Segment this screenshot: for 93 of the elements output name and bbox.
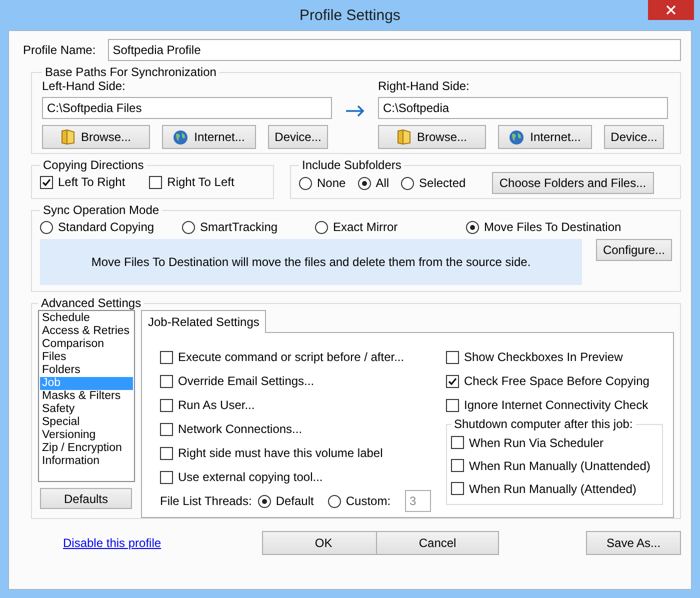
radio-button[interactable] — [299, 176, 312, 190]
radio-label: Exact Mirror — [333, 220, 398, 234]
radio-label: None — [317, 176, 346, 190]
checkbox-label: When Run Via Scheduler — [469, 436, 604, 450]
disable-profile-link[interactable]: Disable this profile — [63, 536, 162, 550]
path-button[interactable]: Internet... — [498, 125, 592, 149]
dialog-button[interactable]: Cancel — [376, 531, 500, 555]
category-item[interactable]: Safety — [40, 403, 133, 416]
defaults-button[interactable]: Defaults — [40, 488, 132, 509]
path-field[interactable]: C:\Softpedia Files — [42, 97, 332, 119]
radio-button[interactable] — [40, 220, 53, 234]
radio-button[interactable] — [358, 176, 371, 190]
close-button[interactable] — [648, 0, 694, 20]
category-item[interactable]: Special — [40, 416, 133, 429]
checkbox[interactable] — [160, 446, 173, 460]
category-item[interactable]: Folders — [40, 364, 133, 377]
path-field[interactable]: C:\Softpedia — [378, 97, 668, 119]
path-button[interactable]: Device... — [268, 125, 328, 149]
folder-icon — [60, 129, 75, 145]
category-item[interactable]: Comparison — [40, 338, 133, 351]
checkbox[interactable] — [451, 482, 464, 495]
checkbox[interactable] — [160, 398, 173, 412]
radio-button[interactable] — [258, 494, 271, 508]
radio-button[interactable] — [466, 220, 479, 234]
radio-button[interactable] — [328, 494, 341, 508]
checkbox-label: Right To Left — [167, 175, 234, 189]
checkbox[interactable] — [451, 459, 464, 472]
checkbox[interactable] — [160, 350, 173, 364]
category-item[interactable]: Zip / Encryption — [40, 442, 133, 455]
checkbox[interactable] — [446, 350, 459, 364]
checkbox-label: Show Checkboxes In Preview — [464, 350, 623, 364]
checkbox-label: Check Free Space Before Copying — [464, 374, 650, 388]
checkbox[interactable] — [160, 422, 173, 436]
checkbox-label: Override Email Settings... — [178, 374, 314, 388]
configure-button[interactable]: Configure... — [596, 239, 672, 261]
category-item[interactable]: Information — [40, 455, 133, 468]
checkbox[interactable] — [451, 436, 464, 449]
checkbox-label: Network Connections... — [178, 422, 302, 436]
globe-icon — [509, 130, 524, 144]
radio-button[interactable] — [401, 176, 414, 190]
category-item[interactable]: Masks & Filters — [40, 390, 133, 403]
category-item[interactable]: Schedule — [40, 312, 133, 325]
settings-tab[interactable]: Job-Related Settings — [141, 310, 266, 333]
checkbox[interactable] — [160, 470, 173, 484]
category-item[interactable]: Versioning — [40, 429, 133, 442]
checkbox-label: Left To Right — [58, 175, 126, 189]
radio-label: SmartTracking — [200, 220, 278, 234]
checkbox-label: Use external copying tool... — [178, 470, 323, 484]
side-label: Right-Hand Side: — [378, 79, 470, 93]
radio-label: Selected — [419, 176, 466, 190]
path-button[interactable]: Device... — [604, 125, 664, 149]
custom-threads-field[interactable]: 3 — [404, 490, 431, 512]
checkbox[interactable] — [446, 374, 459, 388]
radio-button[interactable] — [182, 220, 195, 234]
folder-icon — [396, 129, 411, 145]
radio-label: All — [376, 176, 390, 190]
category-item[interactable]: Files — [40, 351, 133, 364]
group-title: Shutdown computer after this job: — [453, 417, 634, 431]
checkbox[interactable] — [160, 374, 173, 388]
path-button[interactable]: Browse... — [378, 125, 486, 149]
checkbox-label: When Run Manually (Attended) — [469, 482, 636, 496]
checkbox-label: Ignore Internet Connectivity Check — [464, 398, 648, 412]
checkbox-label: Right side must have this volume label — [178, 446, 383, 460]
window-title: Profile Settings — [300, 6, 400, 24]
radio-label: Move Files To Destination — [484, 220, 622, 234]
group-title: Copying Directions — [42, 158, 145, 172]
group-title: Base Paths For Synchronization — [44, 65, 218, 79]
group-title: Sync Operation Mode — [42, 203, 160, 217]
globe-icon — [173, 130, 188, 144]
arrow-icon — [345, 105, 365, 117]
checkbox-label: Run As User... — [178, 398, 255, 412]
side-label: Left-Hand Side: — [42, 79, 126, 93]
radio-label: Standard Copying — [58, 220, 154, 234]
field-label: Profile Name: — [23, 43, 96, 57]
close-icon — [666, 5, 676, 15]
radio-label: Default — [276, 494, 314, 508]
category-item[interactable]: Access & Retries — [40, 325, 133, 338]
path-button[interactable]: Internet... — [162, 125, 256, 149]
dialog-button[interactable]: Save As... — [586, 531, 682, 555]
checkbox[interactable] — [40, 176, 53, 188]
mode-description: Move Files To Destination will move the files and delete them from the source side. — [91, 255, 531, 269]
threads-label: File List Threads: — [160, 494, 252, 508]
checkbox[interactable] — [149, 176, 162, 188]
profile-name-field[interactable]: Softpedia Profile — [108, 39, 681, 61]
group-title: Include Subfolders — [301, 158, 402, 172]
choose-folders-button[interactable]: Choose Folders and Files... — [492, 172, 654, 194]
path-button[interactable]: Browse... — [42, 125, 150, 149]
checkbox[interactable] — [446, 398, 459, 412]
radio-label: Custom: — [346, 494, 391, 508]
radio-button[interactable] — [315, 220, 328, 234]
checkbox-label: Execute command or script before / after... — [178, 350, 404, 364]
group-title: Advanced Settings — [40, 296, 142, 310]
checkbox-label: When Run Manually (Unattended) — [469, 458, 650, 472]
